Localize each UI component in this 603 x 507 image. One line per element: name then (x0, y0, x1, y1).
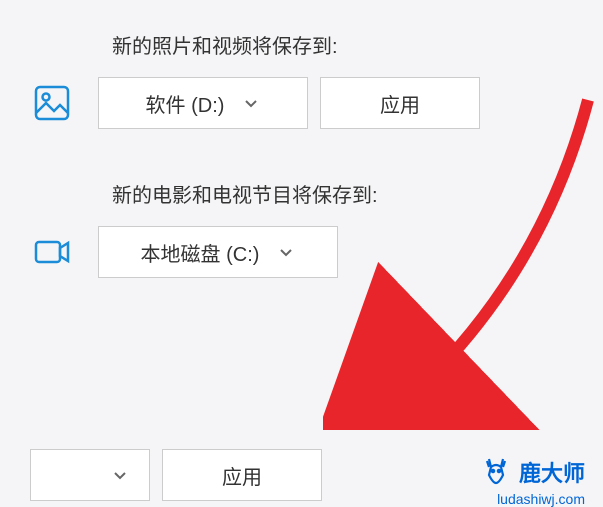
photos-drive-dropdown[interactable]: 软件 (D:) (98, 77, 308, 129)
bottom-apply-button[interactable]: 应用 (162, 449, 322, 501)
chevron-down-icon (277, 243, 295, 261)
bottom-apply-label: 应用 (222, 461, 262, 490)
movies-label: 新的电影和电视节目将保存到: (112, 179, 573, 208)
chevron-down-icon (242, 94, 260, 112)
photos-apply-label: 应用 (380, 89, 420, 118)
bottom-row: 应用 (30, 449, 322, 501)
photos-apply-button[interactable]: 应用 (320, 77, 480, 129)
watermark-url: ludashiwj.com (497, 491, 585, 507)
deer-icon (479, 455, 513, 489)
watermark-brand: 鹿大师 (519, 456, 585, 488)
video-icon (30, 230, 74, 274)
watermark: 鹿大师 (479, 455, 585, 489)
photos-row: 软件 (D:) 应用 (30, 77, 573, 129)
photos-label: 新的照片和视频将保存到: (112, 30, 573, 59)
movies-section: 新的电影和电视节目将保存到: 本地磁盘 (C:) (30, 179, 573, 278)
movies-drive-dropdown[interactable]: 本地磁盘 (C:) (98, 226, 338, 278)
photos-section: 新的照片和视频将保存到: 软件 (D:) 应用 (30, 30, 573, 129)
bottom-dropdown[interactable] (30, 449, 150, 501)
chevron-down-icon (111, 466, 129, 484)
photos-drive-value: 软件 (D:) (146, 89, 225, 118)
photo-icon (30, 81, 74, 125)
movies-drive-value: 本地磁盘 (C:) (141, 238, 260, 267)
movies-row: 本地磁盘 (C:) (30, 226, 573, 278)
